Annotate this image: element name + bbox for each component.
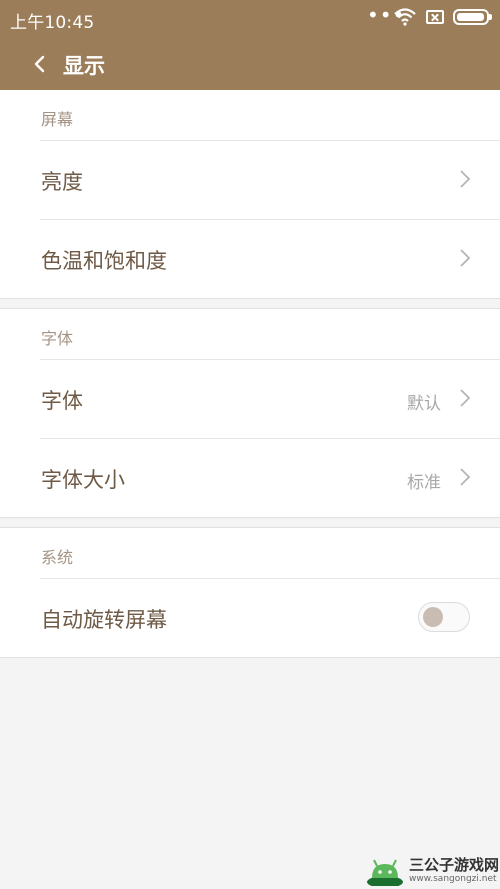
- chevron-left-icon[interactable]: [22, 46, 58, 82]
- chevron-right-icon: [460, 389, 471, 407]
- section-title-text: 系统: [41, 548, 74, 567]
- watermark-title: 三公子游戏网: [409, 856, 500, 874]
- watermark: 三公子游戏网 www.sangongzi.net: [362, 848, 500, 889]
- page-title: 显示: [63, 54, 105, 78]
- row-label: 色温和饱和度: [41, 249, 167, 273]
- app-header: 上午10:45 ••• 显示: [0, 0, 500, 90]
- android-logo-icon: [367, 859, 403, 886]
- section-font: 字体 字体 默认 字体大小 标准: [0, 309, 500, 517]
- status-bar: 上午10:45 •••: [0, 0, 500, 36]
- navigation-bar: 显示: [0, 40, 500, 88]
- battery-icon: [453, 9, 492, 25]
- row-value: 标准: [407, 473, 441, 493]
- auto-rotate-toggle[interactable]: [418, 602, 470, 632]
- chevron-right-icon: [460, 170, 471, 188]
- sim-icon: [426, 10, 444, 24]
- row-label: 亮度: [41, 170, 83, 194]
- section-system: 系统 自动旋转屏幕: [0, 528, 500, 657]
- section-title: 屏幕: [0, 90, 500, 140]
- row-label: 自动旋转屏幕: [41, 608, 167, 632]
- section-screen: 屏幕 亮度 色温和饱和度: [0, 90, 500, 298]
- settings-row-brightness[interactable]: 亮度: [0, 140, 500, 219]
- divider: [0, 298, 500, 299]
- chevron-right-icon: [460, 249, 471, 267]
- settings-row-auto-rotate: 自动旋转屏幕: [0, 578, 500, 657]
- settings-row-color-temperature[interactable]: 色温和饱和度: [0, 219, 500, 298]
- section-title: 系统: [0, 528, 500, 578]
- row-label: 字体大小: [41, 468, 125, 492]
- divider: [0, 308, 500, 309]
- section-title-text: 字体: [41, 329, 74, 348]
- divider: [0, 657, 500, 658]
- section-title: 字体: [0, 309, 500, 359]
- wifi-icon: [394, 8, 416, 26]
- toggle-knob: [423, 607, 443, 627]
- chevron-right-icon: [460, 468, 471, 486]
- watermark-url: www.sangongzi.net: [409, 874, 497, 884]
- status-time: 上午10:45: [10, 13, 95, 33]
- divider: [0, 517, 500, 518]
- divider: [0, 527, 500, 528]
- settings-row-font-size[interactable]: 字体大小 标准: [0, 438, 500, 517]
- row-value: 默认: [407, 394, 441, 414]
- settings-row-font[interactable]: 字体 默认: [0, 359, 500, 438]
- row-label: 字体: [41, 389, 83, 413]
- section-title-text: 屏幕: [41, 110, 74, 129]
